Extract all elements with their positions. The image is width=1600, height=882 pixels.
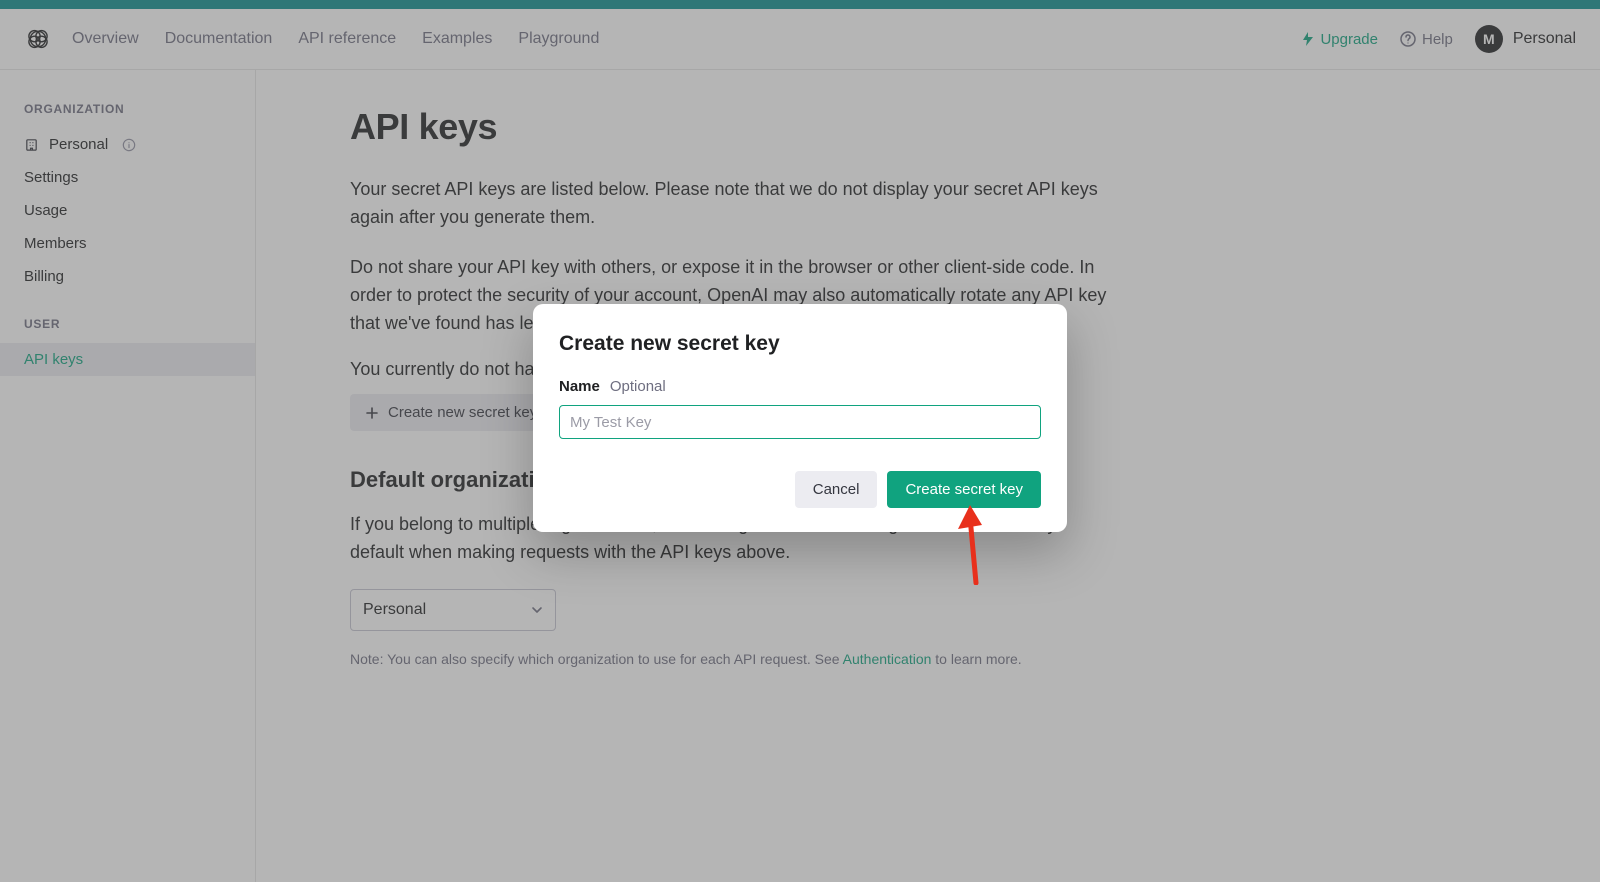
modal-actions: Cancel Create secret key	[559, 471, 1041, 508]
name-field-label-row: Name Optional	[559, 378, 1041, 395]
create-secret-key-button[interactable]: Create secret key	[887, 471, 1041, 508]
create-secret-key-modal: Create new secret key Name Optional Canc…	[533, 304, 1067, 532]
name-field-hint: Optional	[610, 378, 666, 395]
secret-key-name-input[interactable]	[559, 405, 1041, 439]
cancel-button[interactable]: Cancel	[795, 471, 878, 508]
modal-title: Create new secret key	[559, 332, 1041, 356]
modal-overlay[interactable]: Create new secret key Name Optional Canc…	[0, 0, 1600, 882]
name-field-label: Name	[559, 378, 600, 395]
